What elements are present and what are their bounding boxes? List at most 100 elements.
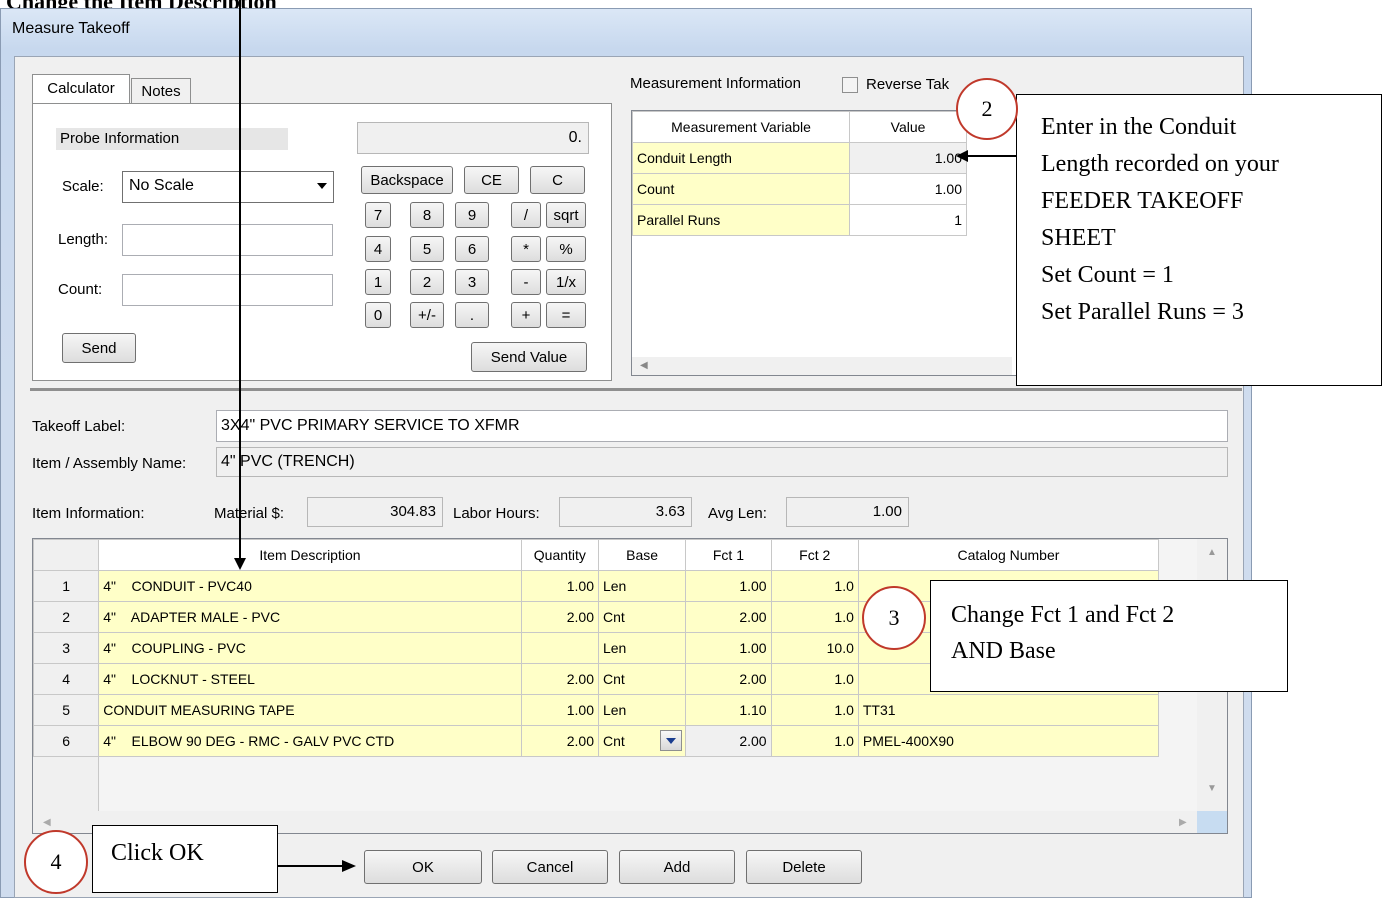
item-description-cell[interactable]: CONDUIT MEASURING TAPE — [98, 694, 522, 726]
callout-line: SHEET — [1041, 225, 1116, 251]
callout-line: Set Count = 1 — [1041, 262, 1174, 288]
catalog-number-cell[interactable]: TT31 — [857, 694, 1160, 726]
fct2-cell[interactable]: 1.0 — [770, 725, 859, 757]
reciprocal-button[interactable]: 1/x — [546, 269, 586, 295]
fct2-cell[interactable]: 10.0 — [770, 632, 859, 664]
table-row[interactable]: 5 CONDUIT MEASURING TAPE 1.00 Len 1.10 1… — [32, 694, 1160, 726]
fct1-cell[interactable]: 2.00 — [685, 725, 772, 757]
ce-button[interactable]: CE — [464, 166, 519, 194]
scroll-left-icon[interactable]: ◀ — [640, 360, 648, 371]
add-key-button[interactable]: + — [511, 302, 541, 328]
fct1-cell[interactable]: 2.00 — [685, 601, 772, 633]
tab-notes[interactable]: Notes — [131, 78, 191, 104]
header-item-description[interactable]: Item Description — [98, 539, 522, 571]
measurement-value[interactable]: 1.00 — [849, 173, 967, 205]
scroll-left-icon[interactable]: ◀ — [43, 817, 51, 828]
scale-label: Scale: — [62, 178, 104, 195]
measurement-horizontal-scrollbar[interactable]: ◀ — [632, 357, 1012, 375]
scale-dropdown[interactable]: No Scale — [122, 171, 334, 203]
key-4[interactable]: 4 — [365, 236, 391, 262]
tab-calculator[interactable]: Calculator — [32, 74, 130, 104]
base-cell-value: Cnt — [602, 733, 625, 749]
fct1-cell[interactable]: 1.00 — [685, 570, 772, 602]
base-cell[interactable]: Len — [597, 632, 687, 664]
item-description-cell[interactable]: 4" ELBOW 90 DEG - RMC - GALV PVC CTD — [98, 725, 522, 757]
item-description-cell[interactable]: 4" COUPLING - PVC — [98, 632, 522, 664]
backspace-button[interactable]: Backspace — [361, 166, 453, 194]
delete-button[interactable]: Delete — [746, 850, 862, 884]
quantity-cell[interactable]: 1.00 — [520, 694, 599, 726]
cancel-button[interactable]: Cancel — [492, 850, 608, 884]
item-description-cell[interactable]: 4" CONDUIT - PVC40 — [98, 570, 522, 602]
subtract-button[interactable]: - — [511, 269, 541, 295]
reverse-takeoff-checkbox[interactable] — [842, 77, 858, 93]
header-quantity[interactable]: Quantity — [520, 539, 599, 571]
add-button[interactable]: Add — [619, 850, 735, 884]
fct1-cell[interactable]: 1.00 — [685, 632, 772, 664]
ok-button[interactable]: OK — [364, 850, 482, 884]
takeoff-label-input[interactable]: 3X4" PVC PRIMARY SERVICE TO XFMR — [216, 410, 1228, 442]
splitter[interactable] — [30, 388, 1242, 391]
header-base[interactable]: Base — [597, 539, 687, 571]
labor-hours-value: 3.63 — [559, 497, 692, 527]
fct2-cell[interactable]: 1.0 — [770, 663, 859, 695]
key-0[interactable]: 0 — [365, 302, 391, 328]
key-7[interactable]: 7 — [365, 202, 391, 228]
fct1-cell[interactable]: 1.10 — [685, 694, 772, 726]
fct2-cell[interactable]: 1.0 — [770, 570, 859, 602]
quantity-cell[interactable]: 2.00 — [520, 725, 599, 757]
send-value-button[interactable]: Send Value — [471, 342, 587, 372]
item-description-cell[interactable]: 4" LOCKNUT - STEEL — [98, 663, 522, 695]
percent-button[interactable]: % — [546, 236, 586, 262]
key-8[interactable]: 8 — [410, 202, 444, 228]
table-row[interactable]: Parallel Runs 1 — [631, 204, 967, 236]
table-row[interactable]: 6 4" ELBOW 90 DEG - RMC - GALV PVC CTD 2… — [32, 725, 1160, 757]
equals-button[interactable]: = — [546, 302, 586, 328]
header-fct2[interactable]: Fct 2 — [770, 539, 859, 571]
key-2[interactable]: 2 — [410, 269, 444, 295]
scroll-down-icon[interactable]: ▼ — [1207, 783, 1217, 794]
key-6[interactable]: 6 — [455, 236, 489, 262]
quantity-cell[interactable]: 1.00 — [520, 570, 599, 602]
catalog-number-cell[interactable]: PMEL-400X90 — [857, 725, 1160, 757]
send-button[interactable]: Send — [62, 333, 136, 363]
key-9[interactable]: 9 — [455, 202, 489, 228]
fct2-cell[interactable]: 1.0 — [770, 694, 859, 726]
multiply-button[interactable]: * — [511, 236, 541, 262]
decimal-button[interactable]: . — [455, 302, 489, 328]
key-3[interactable]: 3 — [455, 269, 489, 295]
header-fct1[interactable]: Fct 1 — [685, 539, 772, 571]
sqrt-button[interactable]: sqrt — [546, 202, 586, 228]
count-input[interactable] — [122, 274, 333, 306]
fct1-cell[interactable]: 2.00 — [685, 663, 772, 695]
fct2-cell[interactable]: 1.0 — [770, 601, 859, 633]
base-dropdown-button[interactable] — [660, 730, 683, 751]
key-5[interactable]: 5 — [410, 236, 444, 262]
scroll-right-icon[interactable]: ▶ — [1179, 817, 1187, 828]
header-catalog-number[interactable]: Catalog Number — [857, 539, 1160, 571]
base-cell-editing[interactable]: Cnt — [597, 725, 687, 757]
divide-button[interactable]: / — [511, 202, 541, 228]
quantity-cell[interactable]: 2.00 — [520, 663, 599, 695]
base-cell[interactable]: Cnt — [597, 663, 687, 695]
item-description-cell[interactable]: 4" ADAPTER MALE - PVC — [98, 601, 522, 633]
table-row[interactable]: Conduit Length 1.00 — [631, 142, 967, 174]
base-cell[interactable]: Len — [597, 694, 687, 726]
measurement-value[interactable]: 1.00 — [849, 142, 967, 174]
callout-line: FEEDER TAKEOFF — [1041, 188, 1244, 214]
sign-button[interactable]: +/- — [410, 302, 444, 328]
length-input[interactable] — [122, 224, 333, 256]
measurement-table: Measurement Variable Value Conduit Lengt… — [631, 111, 967, 236]
quantity-cell[interactable]: 2.00 — [520, 601, 599, 633]
row-number: 2 — [32, 601, 100, 633]
measurement-value[interactable]: 1 — [849, 204, 967, 236]
callout-line: Set Parallel Runs = 3 — [1041, 299, 1244, 325]
avg-len-caption: Avg Len: — [708, 505, 767, 522]
key-1[interactable]: 1 — [365, 269, 391, 295]
base-cell[interactable]: Cnt — [597, 601, 687, 633]
base-cell[interactable]: Len — [597, 570, 687, 602]
scroll-up-icon[interactable]: ▲ — [1207, 547, 1217, 558]
c-button[interactable]: C — [530, 166, 585, 194]
table-row[interactable]: Count 1.00 — [631, 173, 967, 205]
quantity-cell[interactable] — [520, 632, 599, 664]
